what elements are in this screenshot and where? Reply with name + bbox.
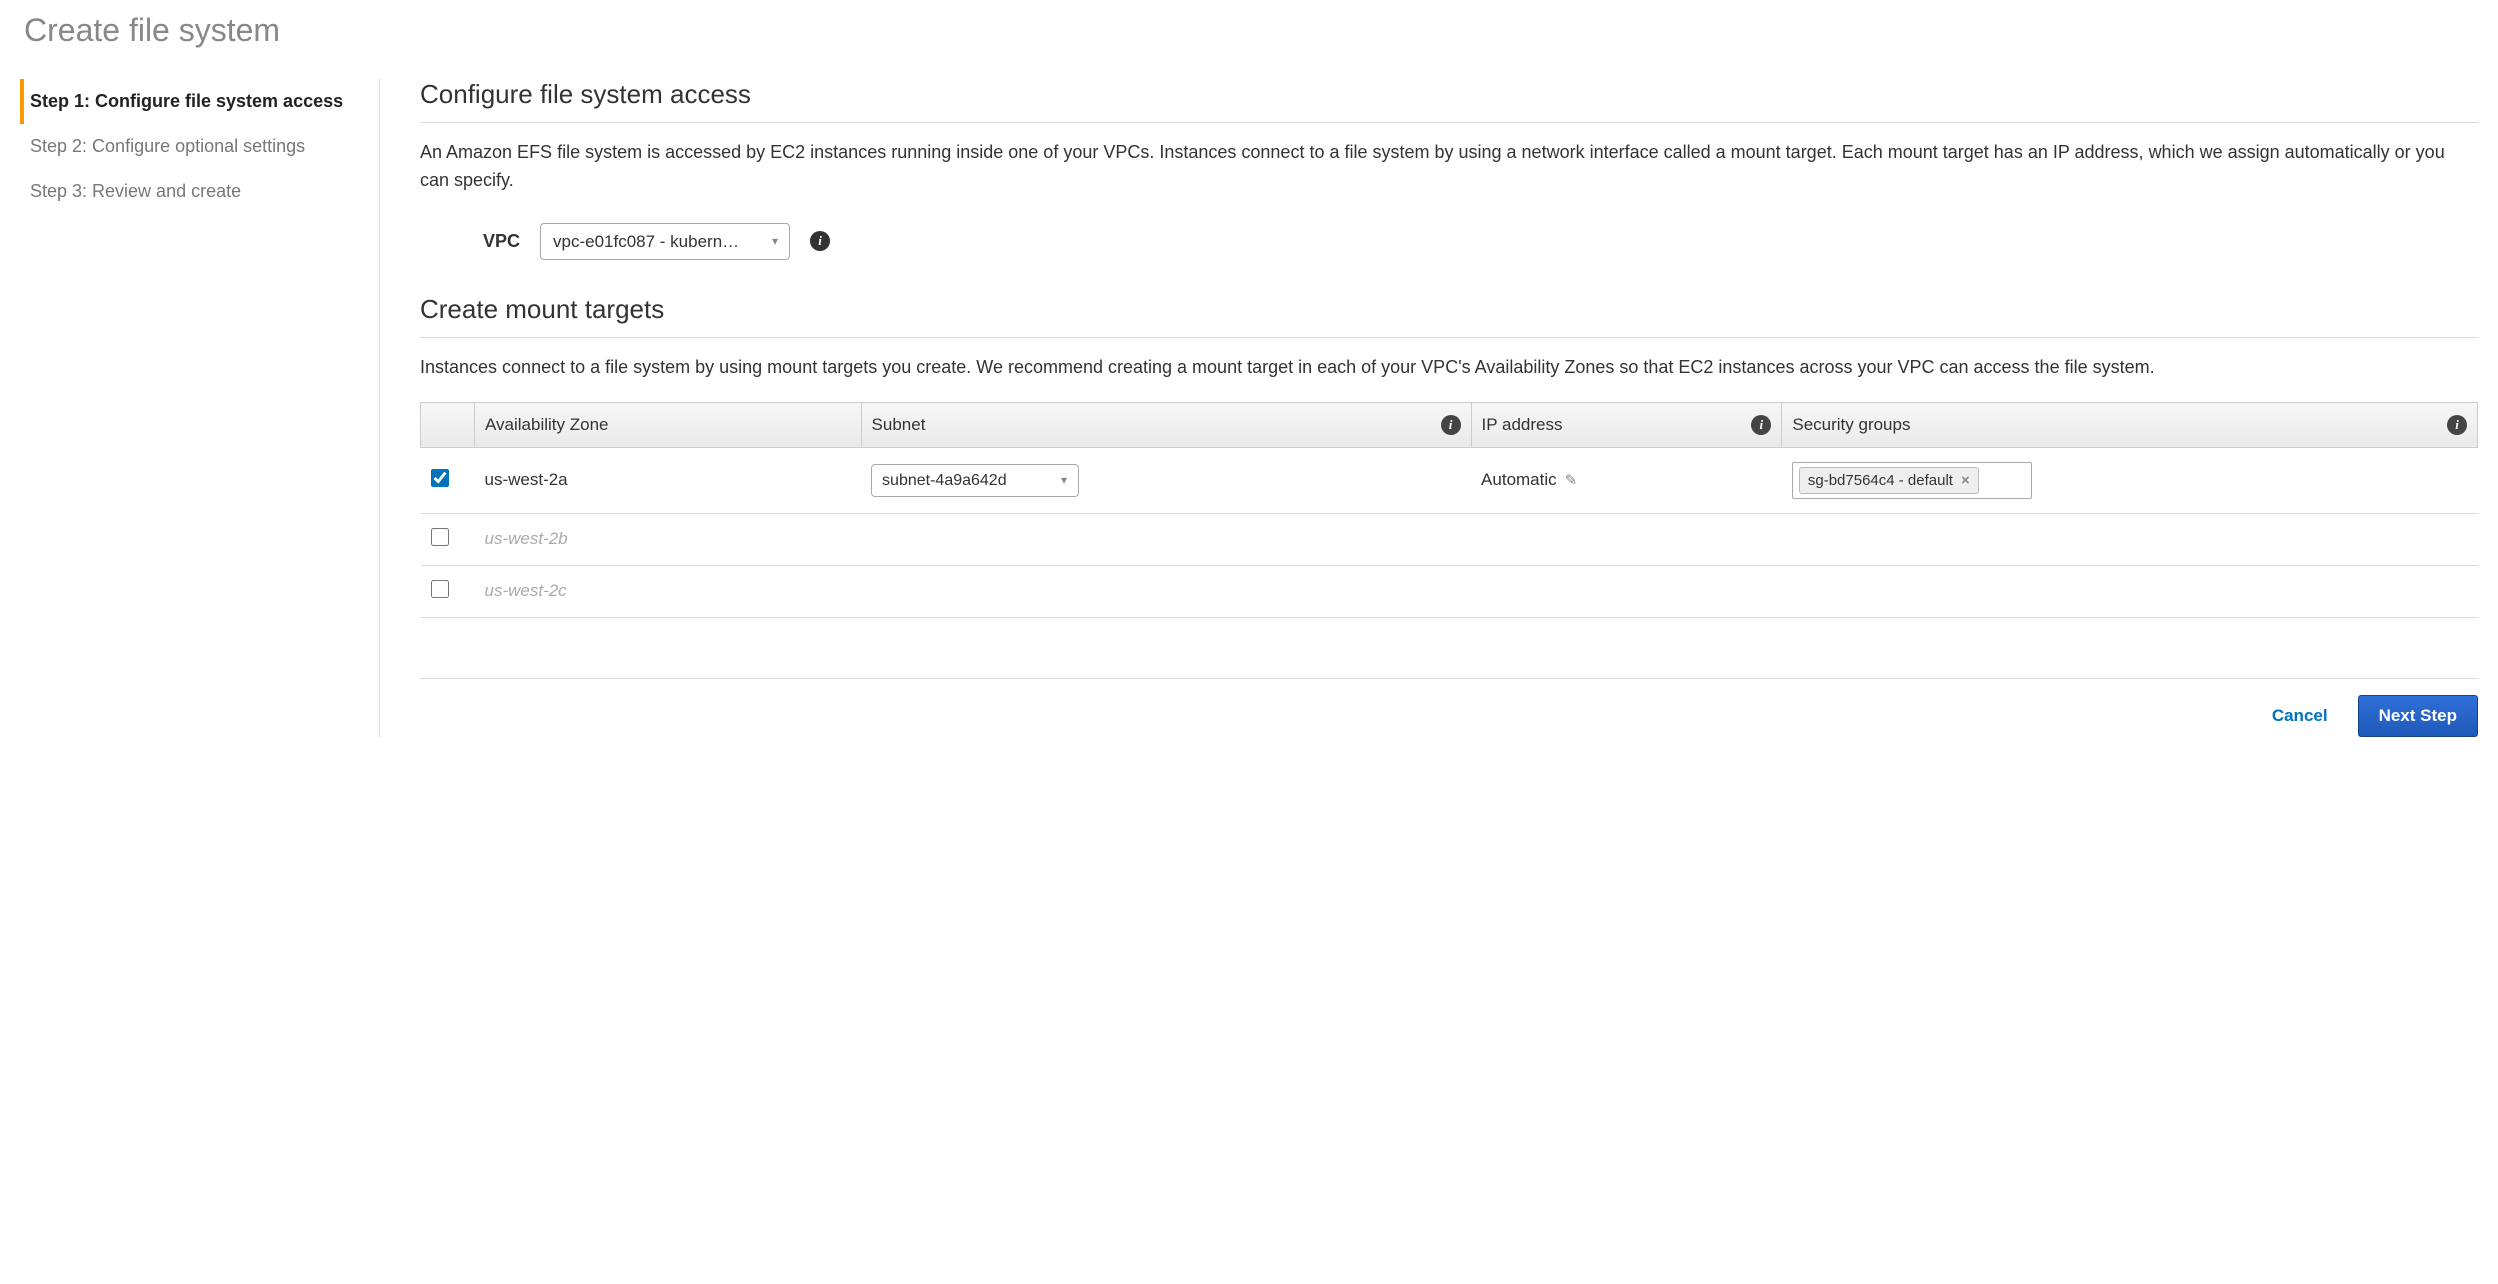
mount-description: Instances connect to a file system by us… [420, 354, 2478, 382]
divider [420, 122, 2478, 123]
column-header-ip: IP address i [1471, 402, 1782, 447]
az-cell: us-west-2b [475, 513, 862, 565]
footer-bar: Cancel Next Step [420, 678, 2478, 737]
wizard-step-2[interactable]: Step 2: Configure optional settings [20, 124, 359, 169]
cancel-button[interactable]: Cancel [2272, 706, 2328, 726]
column-header-sg: Security groups i [1782, 402, 2478, 447]
table-row: us-west-2c [421, 565, 2478, 617]
column-header-az: Availability Zone [475, 402, 862, 447]
security-groups-input[interactable]: sg-bd7564c4 - default × [1792, 462, 2032, 499]
info-circle-icon[interactable]: i [2447, 415, 2467, 435]
remove-tag-icon[interactable]: × [1961, 472, 1970, 489]
vpc-select[interactable]: vpc-e01fc087 - kubern… [540, 223, 790, 260]
subnet-select-wrapper: subnet-4a9a642d [871, 464, 1079, 497]
wizard-step-1[interactable]: Step 1: Configure file system access [20, 79, 359, 124]
info-circle-icon[interactable]: i [1751, 415, 1771, 435]
next-step-button[interactable]: Next Step [2358, 695, 2478, 737]
row-checkbox[interactable] [431, 580, 449, 598]
vpc-label: VPC [420, 231, 520, 252]
divider [420, 337, 2478, 338]
row-checkbox[interactable] [431, 469, 449, 487]
table-row: us-west-2a subnet-4a9a642d Automatic [421, 447, 2478, 513]
configure-heading: Configure file system access [420, 79, 2478, 110]
configure-description: An Amazon EFS file system is accessed by… [420, 139, 2478, 195]
info-circle-icon[interactable]: i [1441, 415, 1461, 435]
column-header-checkbox [421, 402, 475, 447]
pencil-icon[interactable]: ✎ [1565, 471, 1578, 489]
security-group-tag: sg-bd7564c4 - default × [1799, 467, 1979, 494]
table-row: us-west-2b [421, 513, 2478, 565]
column-header-subnet: Subnet i [861, 402, 1471, 447]
vpc-select-wrapper: vpc-e01fc087 - kubern… [540, 223, 790, 260]
info-circle-icon[interactable]: i [810, 231, 830, 251]
page-title: Create file system [20, 12, 2478, 49]
row-checkbox[interactable] [431, 528, 449, 546]
ip-value: Automatic [1481, 470, 1557, 490]
wizard-steps-sidebar: Step 1: Configure file system access Ste… [20, 79, 380, 737]
az-cell: us-west-2a [475, 447, 862, 513]
az-cell: us-west-2c [475, 565, 862, 617]
wizard-step-3[interactable]: Step 3: Review and create [20, 169, 359, 214]
mount-heading: Create mount targets [420, 294, 2478, 325]
mount-targets-table: Availability Zone Subnet i IP address i … [420, 402, 2478, 618]
subnet-select[interactable]: subnet-4a9a642d [871, 464, 1079, 497]
